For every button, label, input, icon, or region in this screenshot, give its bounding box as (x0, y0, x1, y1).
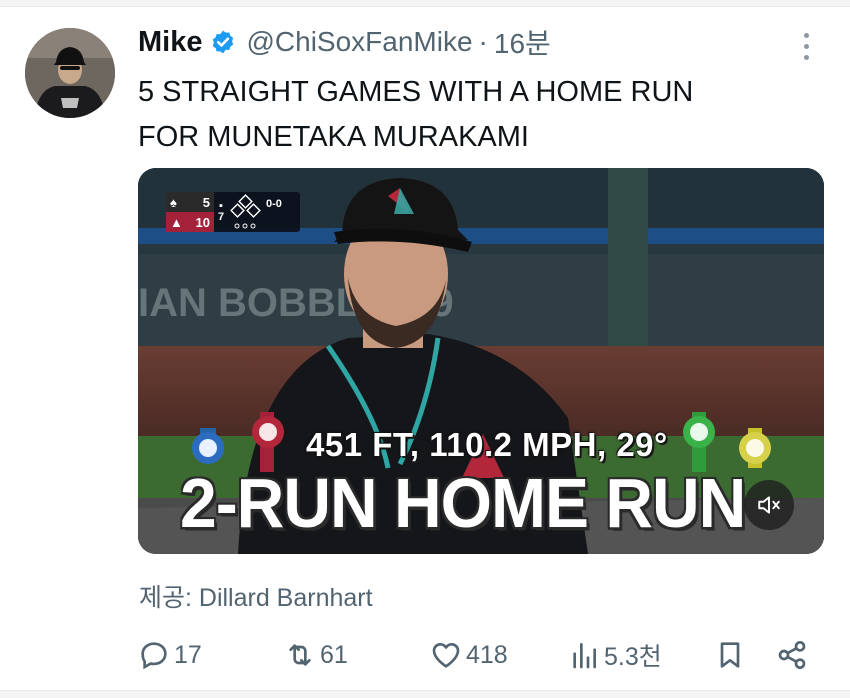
views-icon (573, 643, 596, 669)
retweet-icon (289, 644, 311, 666)
tweet-header: Mike @ChiSoxFanMike · 16분 (138, 22, 551, 62)
bookmark-button[interactable] (714, 632, 746, 678)
away-team-row: ♠ 5 (166, 192, 214, 212)
like-button[interactable]: 418 (430, 632, 508, 678)
timestamp[interactable]: 16분 (494, 22, 551, 62)
dot-icon (803, 43, 809, 49)
away-score: 5 (202, 194, 210, 210)
reply-icon (141, 642, 167, 670)
bases-diamond-icon (228, 192, 266, 232)
scorebug: ♠ 5 ▲ 10 ▪ 7 0-0 (166, 192, 300, 232)
home-team-row: ▲ 10 (166, 212, 214, 232)
inning-number: 7 (217, 211, 225, 223)
inning-indicator: ▪ 7 (214, 192, 228, 232)
dot-icon (803, 32, 809, 38)
verified-badge-icon (210, 29, 236, 55)
reply-count: 17 (174, 640, 202, 669)
share-icon (778, 641, 806, 669)
video-media[interactable]: IAN BOBBL AY 9 ♠ 5 ▲ 10 ▪ 7 0-0 451 FT, … (138, 168, 824, 554)
like-count: 418 (466, 640, 508, 669)
away-team-logo-icon: ♠ (170, 194, 177, 210)
pitch-count: 0-0 (266, 198, 282, 210)
retweet-button[interactable]: 61 (284, 632, 348, 678)
separator-dot: · (478, 26, 488, 57)
reply-button[interactable]: 17 (138, 632, 202, 678)
home-run-banner: 2-RUN HOME RUN (180, 464, 746, 542)
home-team-logo-icon: ▲ (170, 214, 183, 230)
author-name[interactable]: Mike (138, 26, 202, 59)
tweet-text-line: FOR MUNETAKA MURAKAMI (138, 121, 529, 153)
bookmark-icon (720, 642, 740, 668)
action-bar: 17 61 418 5.3천 (0, 632, 850, 678)
heart-icon (432, 643, 460, 668)
author-handle[interactable]: @ChiSoxFanMike (246, 26, 472, 58)
dot-icon (803, 54, 809, 60)
volume-muted-icon (758, 496, 780, 514)
home-score: 10 (195, 214, 210, 230)
tweet-text: 5 STRAIGHT GAMES WITH A HOME RUN FOR MUN… (138, 70, 798, 160)
share-button[interactable] (776, 632, 808, 678)
tweet-text-line: 5 STRAIGHT GAMES WITH A HOME RUN (138, 76, 694, 108)
media-credit: 제공: Dillard Barnhart (139, 584, 373, 612)
mute-button[interactable] (744, 480, 794, 530)
views-count: 5.3천 (604, 643, 662, 671)
stat-line: 451 FT, 110.2 MPH, 29° (306, 426, 668, 463)
more-options-button[interactable] (793, 30, 819, 62)
top-divider (0, 0, 850, 7)
views-button[interactable]: 5.3천 (568, 632, 662, 678)
avatar[interactable] (25, 28, 115, 118)
retweet-count: 61 (320, 640, 348, 669)
